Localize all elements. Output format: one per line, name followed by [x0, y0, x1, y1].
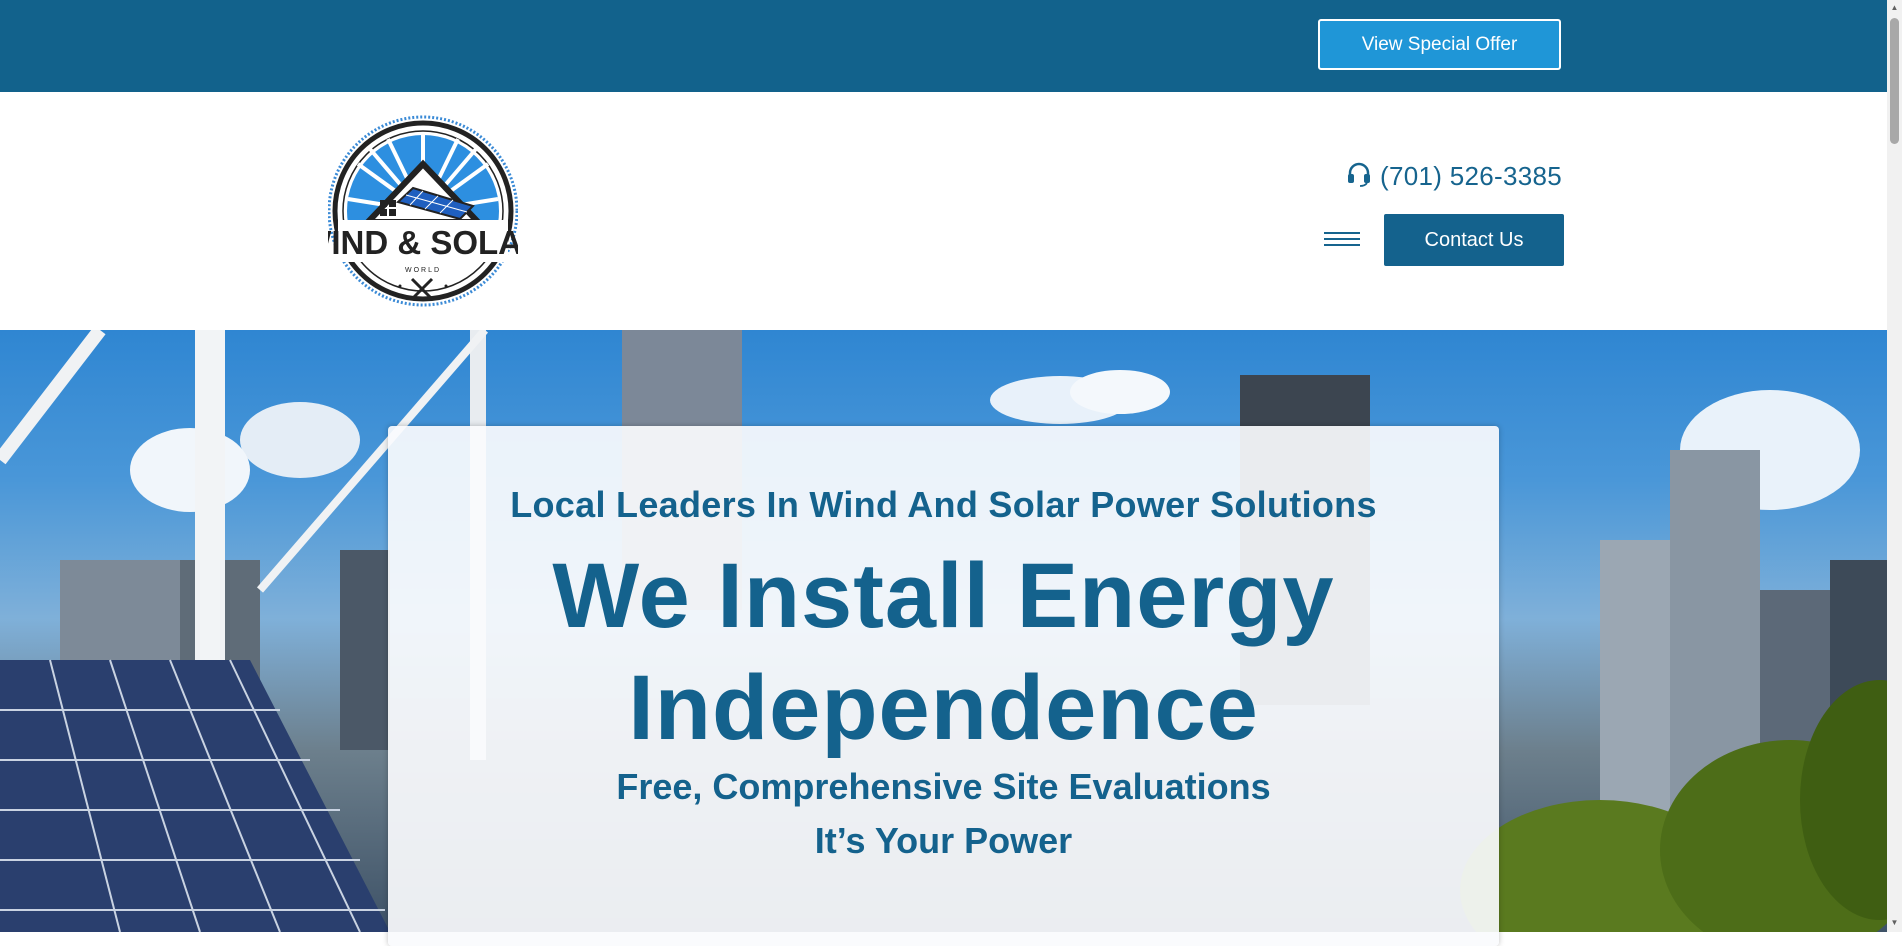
- headset-icon: [1346, 161, 1372, 192]
- hero-tagline: Local Leaders In Wind And Solar Power So…: [510, 484, 1377, 525]
- phone-number[interactable]: (701) 526-3385: [1380, 161, 1562, 192]
- hero-headline-line2: Independence: [628, 657, 1259, 759]
- contact-us-button[interactable]: Contact Us: [1384, 214, 1564, 266]
- page-scrollbar[interactable]: ▲ ▼: [1887, 0, 1902, 932]
- hero-slogan: It’s Your Power: [814, 820, 1073, 861]
- view-special-offer-button[interactable]: View Special Offer: [1318, 19, 1561, 70]
- scrollbar-thumb[interactable]: [1890, 18, 1899, 144]
- scroll-up-arrow-icon[interactable]: ▲: [1890, 3, 1899, 13]
- logo-wordmark: WIND & SOLAR: [328, 224, 518, 261]
- top-bar: View Special Offer: [0, 0, 1887, 92]
- site-logo[interactable]: WIND & SOLAR WORLD: [300, 114, 546, 308]
- site-header: [0, 92, 1887, 330]
- scroll-down-arrow-icon[interactable]: ▼: [1890, 918, 1899, 928]
- logo-subwordmark: WORLD: [405, 267, 441, 274]
- hero-subheading: Free, Comprehensive Site Evaluations: [616, 766, 1271, 807]
- phone-link[interactable]: (701) 526-3385: [1346, 158, 1562, 194]
- hero-headline: We Install Energy Independence: [388, 540, 1499, 764]
- hero-headline-line1: We Install Energy: [552, 545, 1335, 647]
- hamburger-icon[interactable]: [1324, 228, 1360, 252]
